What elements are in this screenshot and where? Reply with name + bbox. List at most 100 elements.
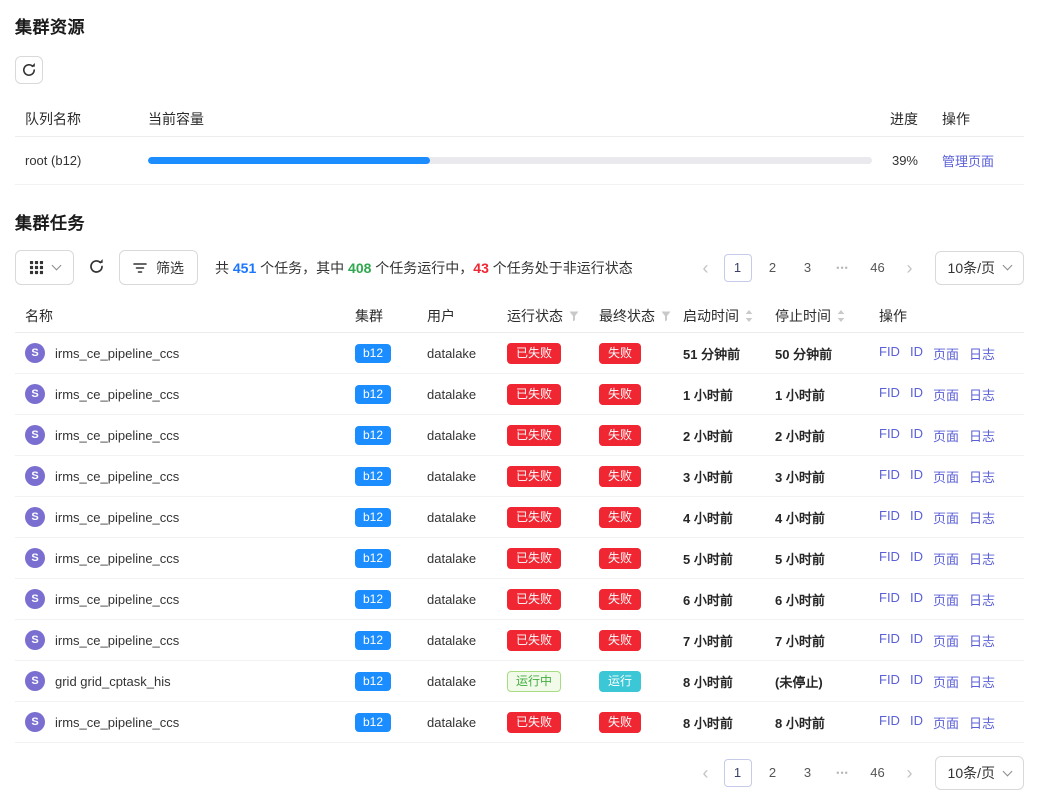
action-link-日志[interactable]: 日志	[969, 549, 995, 568]
page-button-1[interactable]: 1	[724, 759, 752, 787]
funnel-filter-icon[interactable]	[660, 310, 672, 322]
action-link-日志[interactable]: 日志	[969, 426, 995, 445]
stop-time: 2 小时前	[775, 426, 867, 445]
page-ellipsis[interactable]: •••	[829, 254, 857, 282]
action-link-日志[interactable]: 日志	[969, 508, 995, 527]
sort-icon[interactable]	[836, 309, 846, 323]
start-time: 51 分钟前	[683, 344, 775, 363]
action-link-fid[interactable]: FID	[879, 590, 900, 609]
action-link-id[interactable]: ID	[910, 590, 923, 609]
action-link-日志[interactable]: 日志	[969, 467, 995, 486]
page-ellipsis[interactable]: •••	[829, 759, 857, 787]
action-link-日志[interactable]: 日志	[969, 631, 995, 650]
action-link-id[interactable]: ID	[910, 344, 923, 363]
page-button-46[interactable]: 46	[864, 759, 892, 787]
action-link-日志[interactable]: 日志	[969, 385, 995, 404]
prev-page-button[interactable]: ‹	[695, 764, 717, 782]
table-row: S irms_ce_pipeline_ccs b12 datalake 已失败 …	[15, 456, 1024, 497]
task-name: irms_ce_pipeline_ccs	[55, 428, 179, 443]
action-link-id[interactable]: ID	[910, 672, 923, 691]
refresh-icon	[21, 62, 37, 78]
prev-page-button[interactable]: ‹	[695, 259, 717, 277]
column-settings-button[interactable]	[15, 250, 74, 285]
cluster-badge: b12	[355, 344, 391, 363]
page-size-select[interactable]: 10条/页	[935, 251, 1024, 285]
stop-time: 1 小时前	[775, 385, 867, 404]
tasks-toolbar: 筛选 共 451 个任务，其中 408 个任务运行中，43 个任务处于非运行状态…	[15, 250, 1024, 285]
tasks-section-title: 集群任务	[15, 209, 1024, 234]
start-time: 8 小时前	[683, 672, 775, 691]
page-size-select[interactable]: 10条/页	[935, 756, 1024, 790]
action-link-页面[interactable]: 页面	[933, 385, 959, 404]
stop-time: 5 小时前	[775, 549, 867, 568]
page-button-1[interactable]: 1	[724, 254, 752, 282]
table-row: S irms_ce_pipeline_ccs b12 datalake 已失败 …	[15, 620, 1024, 661]
action-link-id[interactable]: ID	[910, 467, 923, 486]
final-status-badge: 失败	[599, 712, 641, 733]
task-user: datalake	[427, 510, 507, 525]
filter-button[interactable]: 筛选	[119, 250, 198, 285]
run-status-badge: 已失败	[507, 630, 561, 651]
action-link-页面[interactable]: 页面	[933, 713, 959, 732]
action-link-fid[interactable]: FID	[879, 713, 900, 732]
cluster-badge: b12	[355, 426, 391, 445]
action-link-页面[interactable]: 页面	[933, 590, 959, 609]
task-rows: S irms_ce_pipeline_ccs b12 datalake 已失败 …	[15, 333, 1024, 743]
col-header-cluster: 集群	[355, 306, 383, 326]
task-user: datalake	[427, 551, 507, 566]
row-actions: FID ID 页面日志	[867, 549, 1024, 568]
action-link-fid[interactable]: FID	[879, 672, 900, 691]
final-status-badge: 运行	[599, 671, 641, 692]
page-button-3[interactable]: 3	[794, 759, 822, 787]
page-size-label: 10条/页	[948, 258, 995, 278]
funnel-filter-icon[interactable]	[568, 310, 580, 322]
action-link-id[interactable]: ID	[910, 385, 923, 404]
page-button-2[interactable]: 2	[759, 254, 787, 282]
next-page-button[interactable]: ›	[899, 764, 921, 782]
page-button-46[interactable]: 46	[864, 254, 892, 282]
action-link-日志[interactable]: 日志	[969, 672, 995, 691]
col-header-actions: 操作	[932, 109, 1024, 129]
sort-icon[interactable]	[744, 309, 754, 323]
action-link-fid[interactable]: FID	[879, 549, 900, 568]
action-link-页面[interactable]: 页面	[933, 467, 959, 486]
tasks-refresh-button[interactable]	[86, 258, 107, 278]
action-link-页面[interactable]: 页面	[933, 631, 959, 650]
action-link-fid[interactable]: FID	[879, 385, 900, 404]
resources-refresh-button[interactable]	[15, 56, 43, 84]
table-row: S irms_ce_pipeline_ccs b12 datalake 已失败 …	[15, 333, 1024, 374]
action-link-日志[interactable]: 日志	[969, 344, 995, 363]
manage-page-link[interactable]: 管理页面	[942, 154, 994, 169]
action-link-页面[interactable]: 页面	[933, 672, 959, 691]
task-user: datalake	[427, 633, 507, 648]
action-link-fid[interactable]: FID	[879, 467, 900, 486]
cluster-badge: b12	[355, 467, 391, 486]
action-link-id[interactable]: ID	[910, 426, 923, 445]
action-link-id[interactable]: ID	[910, 549, 923, 568]
action-link-页面[interactable]: 页面	[933, 508, 959, 527]
action-link-fid[interactable]: FID	[879, 508, 900, 527]
queue-name: root (b12)	[15, 153, 148, 168]
action-link-fid[interactable]: FID	[879, 426, 900, 445]
run-status-badge: 已失败	[507, 507, 561, 528]
action-link-id[interactable]: ID	[910, 508, 923, 527]
action-link-页面[interactable]: 页面	[933, 426, 959, 445]
page-button-2[interactable]: 2	[759, 759, 787, 787]
action-link-fid[interactable]: FID	[879, 631, 900, 650]
action-link-日志[interactable]: 日志	[969, 713, 995, 732]
action-link-fid[interactable]: FID	[879, 344, 900, 363]
task-user: datalake	[427, 346, 507, 361]
action-link-id[interactable]: ID	[910, 631, 923, 650]
table-row: S irms_ce_pipeline_ccs b12 datalake 已失败 …	[15, 579, 1024, 620]
next-page-button[interactable]: ›	[899, 259, 921, 277]
action-link-页面[interactable]: 页面	[933, 344, 959, 363]
col-header-current-capacity: 当前容量	[148, 109, 872, 129]
action-link-id[interactable]: ID	[910, 713, 923, 732]
progress-fill	[148, 157, 430, 164]
page-button-3[interactable]: 3	[794, 254, 822, 282]
action-link-日志[interactable]: 日志	[969, 590, 995, 609]
resources-table-header: 队列名称 当前容量 进度 操作	[15, 102, 1024, 137]
col-header-name: 名称	[25, 306, 53, 326]
filter-button-label: 筛选	[156, 258, 184, 278]
action-link-页面[interactable]: 页面	[933, 549, 959, 568]
